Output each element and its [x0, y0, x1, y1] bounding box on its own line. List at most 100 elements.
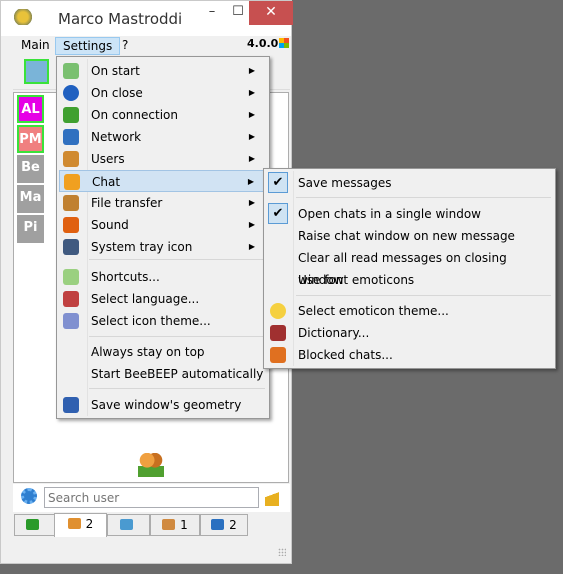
clear-broom-icon[interactable] — [265, 488, 279, 506]
file-transfer-icon — [63, 195, 79, 211]
menu-item-label: System tray icon — [91, 240, 193, 254]
tab-groups[interactable]: 1 — [150, 514, 200, 536]
menu-item-raise-chat-window-on-new-message[interactable]: Raise chat window on new message — [266, 225, 553, 247]
chat-submenu: ✔ Save messages ✔ Open chats in a single wi… — [263, 168, 556, 369]
submenu-arrow-icon: ▶ — [248, 110, 255, 119]
menu-item-label: Save window's geometry — [91, 398, 242, 412]
menu-item-clear-all-read-messages-on-closing-window[interactable]: Clear all read messages on closing windo… — [266, 247, 553, 287]
menu-item-chat[interactable]: Chat ▶ — [59, 170, 267, 192]
lock-icon — [270, 347, 286, 363]
menu-item-network[interactable]: Network ▶ — [59, 126, 267, 148]
menu-item-save-messages[interactable]: ✔ Save messages — [266, 172, 553, 194]
version-label: 4.0.0 — [247, 37, 279, 50]
bell-icon — [63, 217, 79, 233]
menu-item-label: On close — [91, 86, 143, 100]
chat-bubbles-icon — [119, 519, 133, 530]
settings-menu: On start ▶ On close ▶ On connection ▶ Network ▶… — [56, 56, 270, 419]
network-icon — [63, 129, 79, 145]
checkmark-icon: ✔ — [268, 172, 288, 193]
search-user-input[interactable] — [44, 487, 259, 508]
menu-item-label: Select emoticon theme... — [298, 304, 449, 318]
user-avatar-ma[interactable]: Ma — [17, 185, 44, 213]
menu-settings[interactable]: Settings — [55, 37, 121, 55]
user-avatar-be[interactable]: Be — [17, 155, 44, 183]
power-icon — [63, 85, 79, 101]
windows-flag-icon — [279, 38, 289, 48]
menu-item-users[interactable]: Users ▶ — [59, 148, 267, 170]
menu-item-select-emoticon-theme-[interactable]: Select emoticon theme... — [266, 300, 553, 322]
menu-separator — [89, 388, 265, 389]
submenu-arrow-icon: ▶ — [248, 242, 255, 251]
menu-item-use-font-emoticons[interactable]: Use font emoticons — [266, 269, 553, 291]
tray-icon — [63, 239, 79, 255]
menu-item-label: Shortcuts... — [91, 270, 160, 284]
menu-item-always-stay-on-top[interactable]: Always stay on top — [59, 341, 267, 363]
tab-count: 2 — [229, 518, 237, 532]
checkmark-icon: ✔ — [268, 203, 288, 224]
tab-count: 2 — [85, 517, 94, 531]
tab-users[interactable]: 2 — [54, 513, 107, 537]
title-bar[interactable]: Marco Mastroddi – ☐ ✕ — [1, 1, 293, 36]
share-icon — [211, 519, 225, 530]
smiley-icon — [270, 303, 286, 319]
groups-icon — [162, 519, 176, 530]
menu-item-label: On start — [91, 64, 140, 78]
menu-item-label: Save messages — [298, 176, 392, 190]
menu-item-label: Open chats in a single window — [298, 207, 481, 221]
menu-item-start-beebeep-automatically[interactable]: Start BeeBEEP automatically — [59, 363, 267, 385]
menu-item-label: Use font emoticons — [298, 273, 415, 287]
users-icon — [63, 151, 79, 167]
menu-item-on-connection[interactable]: On connection ▶ — [59, 104, 267, 126]
menu-item-label: Always stay on top — [91, 345, 205, 359]
chat-icon — [64, 174, 80, 190]
language-icon — [63, 291, 79, 307]
menu-main[interactable]: Main — [14, 37, 57, 55]
menu-item-label: Users — [91, 152, 125, 166]
submenu-arrow-icon: ▶ — [248, 66, 255, 75]
menu-item-label: File transfer — [91, 196, 163, 210]
users-icon — [67, 518, 81, 529]
menu-item-label: Sound — [91, 218, 129, 232]
my-avatar[interactable] — [24, 59, 49, 84]
submenu-arrow-icon: ▶ — [248, 220, 255, 229]
menu-item-open-chats-in-a-single-window[interactable]: ✔ Open chats in a single window — [266, 203, 553, 225]
tab-chat-bubbles[interactable] — [107, 514, 150, 536]
submenu-arrow-icon: ▶ — [248, 88, 255, 97]
submenu-arrow-icon: ▶ — [248, 198, 255, 207]
user-avatar-pm[interactable]: PM — [17, 125, 44, 153]
menu-item-select-icon-theme-[interactable]: Select icon theme... — [59, 310, 267, 332]
menu-item-dictionary-[interactable]: Dictionary... — [266, 322, 553, 344]
menu-item-label: Dictionary... — [298, 326, 370, 340]
menu-separator — [296, 197, 551, 198]
resize-grip[interactable] — [278, 548, 286, 556]
menu-item-file-transfer[interactable]: File transfer ▶ — [59, 192, 267, 214]
menu-item-label: Select language... — [91, 292, 200, 306]
menu-item-blocked-chats-[interactable]: Blocked chats... — [266, 344, 553, 366]
menu-item-label: Blocked chats... — [298, 348, 393, 362]
close-button[interactable]: ✕ — [249, 1, 293, 25]
users-placeholder-icon — [138, 453, 164, 477]
submenu-arrow-icon: ▶ — [248, 132, 255, 141]
menu-help[interactable]: ? — [115, 37, 135, 55]
user-avatar-pi[interactable]: Pi — [17, 215, 44, 243]
search-options-gear-icon[interactable] — [21, 488, 37, 504]
menu-item-sound[interactable]: Sound ▶ — [59, 214, 267, 236]
menu-item-save-window-geometry[interactable]: Save window's geometry — [59, 394, 267, 416]
submenu-arrow-icon: ▶ — [248, 154, 255, 163]
submenu-arrow-icon: ▶ — [247, 177, 254, 186]
save-icon — [63, 397, 79, 413]
user-avatar-al[interactable]: AL — [17, 95, 44, 123]
connection-icon — [63, 107, 79, 123]
window-title: Marco Mastroddi — [58, 10, 183, 28]
menu-item-label: On connection — [91, 108, 178, 122]
tab-monitor[interactable] — [14, 514, 55, 536]
monitor-icon — [25, 519, 39, 530]
menu-item-shortcuts-[interactable]: Shortcuts... — [59, 266, 267, 288]
tab-share[interactable]: 2 — [200, 514, 248, 536]
menu-item-select-language-[interactable]: Select language... — [59, 288, 267, 310]
menu-separator — [89, 336, 265, 337]
menu-item-on-start[interactable]: On start ▶ — [59, 60, 267, 82]
menu-item-on-close[interactable]: On close ▶ — [59, 82, 267, 104]
menu-item-label: Start BeeBEEP automatically — [91, 367, 264, 381]
menu-item-system-tray-icon[interactable]: System tray icon ▶ — [59, 236, 267, 258]
